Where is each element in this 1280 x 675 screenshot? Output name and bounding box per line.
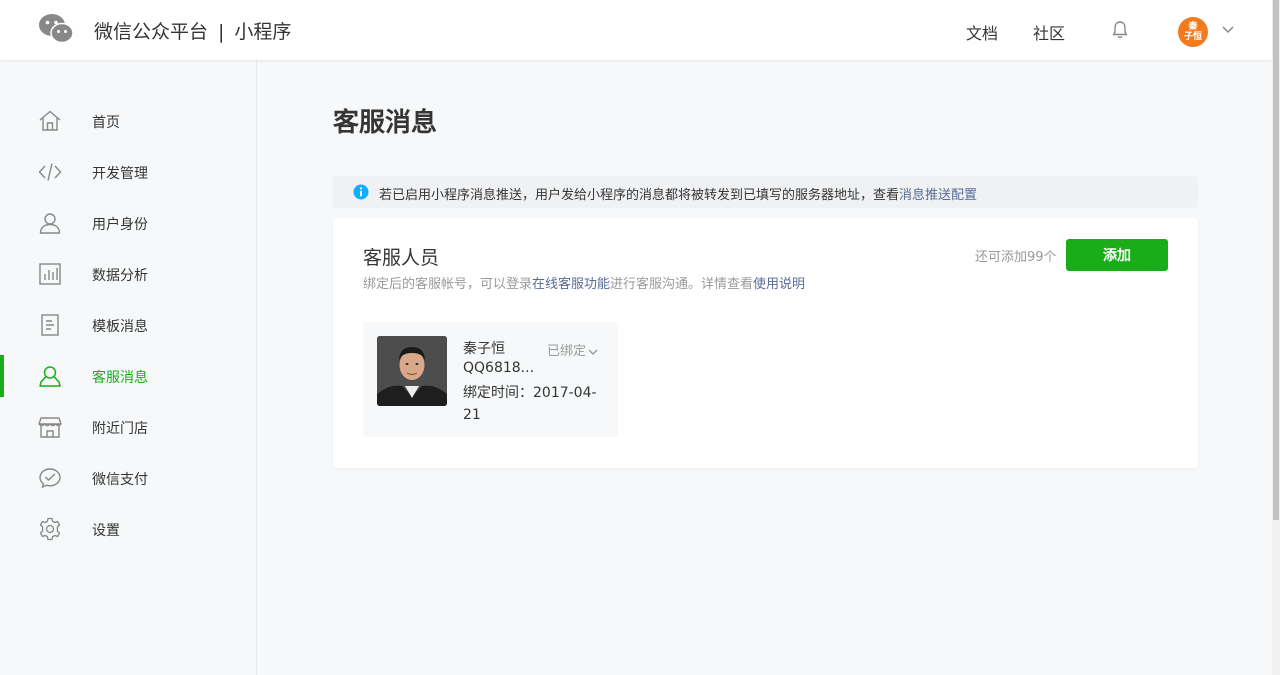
sidebar-item-wechat-pay[interactable]: 微信支付	[0, 457, 256, 499]
remaining-count: 还可添加99个	[975, 250, 1057, 265]
docs-link[interactable]: 文档	[966, 20, 998, 44]
brand-name: 微信公众平台	[94, 21, 209, 43]
sidebar-item-label: 客服消息	[92, 370, 148, 386]
desc-prefix: 绑定后的客服帐号，可以登录	[363, 277, 533, 292]
staff-photo-image	[377, 336, 447, 406]
notice-body: 若已启用小程序消息推送，用户发给小程序的消息都将被转发到已填写的服务器地址，查看	[379, 188, 900, 203]
sidebar: 首页 开发管理 用户身份 数据分析 模板消息 客服消息 附近门店 微信支付 设置	[0, 60, 257, 675]
chevron-down-icon	[588, 349, 598, 355]
avatar-text-line2: 子恒	[1183, 32, 1202, 42]
info-notice: 若已启用小程序消息推送，用户发给小程序的消息都将被转发到已填写的服务器地址，查看…	[333, 176, 1198, 208]
sidebar-item-data-analysis[interactable]: 数据分析	[0, 253, 256, 295]
page-scrollbar[interactable]	[1272, 0, 1280, 675]
brand-separator: |	[218, 21, 225, 43]
sidebar-item-label: 模板消息	[92, 319, 148, 335]
document-icon	[41, 314, 59, 336]
staff-photo	[377, 336, 447, 406]
scrollbar-thumb[interactable]	[1273, 0, 1279, 520]
notice-text: 若已启用小程序消息推送，用户发给小程序的消息都将被转发到已填写的服务器地址，查看…	[379, 184, 977, 203]
staff-name: 秦子恒	[463, 341, 505, 357]
sidebar-item-home[interactable]: 首页	[0, 100, 256, 142]
home-icon	[39, 110, 61, 131]
staff-account: QQ6818...	[463, 360, 535, 376]
user-avatar[interactable]: 秦子恒	[1178, 17, 1208, 47]
sidebar-item-label: 开发管理	[92, 166, 148, 182]
message-push-config-link[interactable]: 消息推送配置	[899, 188, 977, 203]
online-service-link[interactable]: 在线客服功能	[532, 277, 610, 292]
info-icon	[353, 184, 369, 200]
customer-service-staff-card: 客服人员 绑定后的客服帐号，可以登录在线客服功能进行客服沟通。详情查看使用说明 …	[333, 218, 1198, 468]
bell-icon[interactable]	[1110, 20, 1130, 40]
usage-guide-link[interactable]: 使用说明	[753, 277, 805, 292]
sidebar-item-label: 数据分析	[92, 268, 148, 284]
bind-status-dropdown[interactable]: 已绑定	[547, 340, 598, 359]
sidebar-item-dev-management[interactable]: 开发管理	[0, 151, 256, 193]
payment-icon	[39, 468, 61, 489]
sidebar-item-nearby-stores[interactable]: 附近门店	[0, 406, 256, 448]
chevron-down-icon[interactable]	[1222, 24, 1234, 34]
product-name: 小程序	[234, 21, 292, 43]
sidebar-item-label: 设置	[92, 523, 120, 539]
top-header: 微信公众平台 | 小程序 文档 社区 秦子恒	[0, 0, 1272, 60]
customer-service-icon	[39, 366, 61, 387]
page-title: 客服消息	[333, 108, 438, 138]
sidebar-item-settings[interactable]: 设置	[0, 508, 256, 550]
staff-bind-time: 绑定时间：2017-04-21	[463, 385, 597, 423]
sidebar-item-template-message[interactable]: 模板消息	[0, 304, 256, 346]
sidebar-item-customer-service[interactable]: 客服消息	[0, 355, 256, 397]
gear-icon	[39, 517, 61, 541]
sidebar-item-user-identity[interactable]: 用户身份	[0, 202, 256, 244]
avatar-text-line1: 秦	[1188, 22, 1198, 32]
sidebar-item-label: 附近门店	[92, 421, 148, 437]
card-description: 绑定后的客服帐号，可以登录在线客服功能进行客服沟通。详情查看使用说明	[363, 273, 805, 292]
sidebar-item-label: 用户身份	[92, 217, 148, 233]
add-staff-button[interactable]: 添加	[1066, 239, 1168, 271]
wechat-logo-icon[interactable]	[38, 13, 74, 45]
store-icon	[38, 417, 62, 438]
sidebar-item-label: 微信支付	[92, 472, 148, 488]
sidebar-item-label: 首页	[92, 115, 120, 131]
user-icon	[39, 213, 61, 234]
code-icon	[38, 163, 62, 181]
chart-icon	[39, 263, 61, 285]
card-title: 客服人员	[363, 247, 440, 269]
staff-item: 秦子恒 QQ6818... 绑定时间：2017-04-21 已绑定	[363, 322, 618, 437]
bind-status-label: 已绑定	[547, 344, 587, 359]
brand-title: 微信公众平台 | 小程序	[94, 17, 291, 44]
community-link[interactable]: 社区	[1033, 20, 1065, 44]
desc-middle: 进行客服沟通。详情查看	[610, 277, 754, 292]
